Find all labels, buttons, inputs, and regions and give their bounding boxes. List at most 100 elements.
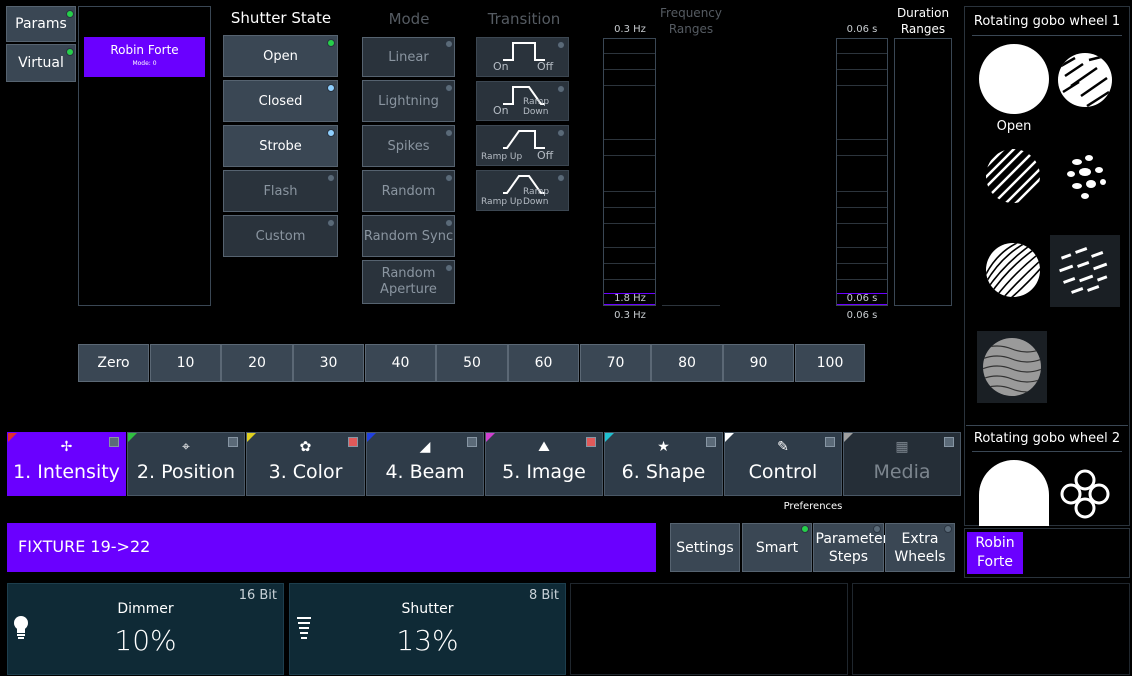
fixture-item-robin-forte[interactable]: Robin Forte Mode: 0 <box>84 37 205 77</box>
shape-indicator-icon <box>706 437 716 447</box>
mode-random-aperture-button[interactable]: Random Aperture <box>362 260 455 304</box>
transition-on-off-right: Off <box>537 60 554 73</box>
settings-button[interactable]: Settings <box>670 523 740 572</box>
parameter-steps-indicator-icon <box>873 525 881 533</box>
gobo-1-3[interactable] <box>985 148 1041 204</box>
beam-indicator-icon <box>467 437 477 447</box>
transition-on-rampdown-button[interactable]: On Ramp Down <box>476 81 569 121</box>
gobo-1-2[interactable] <box>1057 52 1113 108</box>
image-icon: ⛰ <box>538 439 550 455</box>
transition-on-off-button[interactable]: On Off <box>476 37 569 77</box>
shutter-name: Shutter <box>401 601 454 617</box>
shutter-closed-button[interactable]: Closed <box>223 80 338 122</box>
gobo-1-5[interactable] <box>985 242 1041 298</box>
tab-beam[interactable]: ◢ 4. Beam <box>366 432 484 496</box>
value-50-label: 50 <box>463 355 481 371</box>
color-icon: ✿ <box>299 439 312 455</box>
shutter-flash-indicator-icon <box>327 174 335 182</box>
value-70-label: 70 <box>606 355 625 371</box>
gobo-1-7[interactable] <box>982 337 1042 397</box>
dimmer-value: 10% <box>114 624 177 657</box>
virtual-tab-label: Virtual <box>18 55 64 71</box>
fixture-badge-area <box>964 528 1130 578</box>
duration-current-value: 0.06 s <box>846 293 878 304</box>
shutter-closed-indicator-icon <box>327 84 335 92</box>
transition-rampup-rampdown-button[interactable]: Ramp Up Ramp Down <box>476 170 569 211</box>
tab-control[interactable]: ✎ Control <box>724 432 842 496</box>
gobo-1-6[interactable] <box>1055 241 1115 301</box>
value-70-button[interactable]: 70 <box>580 344 651 382</box>
gobo-2-2[interactable] <box>1057 466 1113 526</box>
gobo-open-label: Open <box>996 119 1032 134</box>
tab-intensity[interactable]: ✢ 1. Intensity <box>7 432 126 496</box>
mode-random-indicator-icon <box>445 174 453 182</box>
value-40-button[interactable]: 40 <box>365 344 436 382</box>
tab-color[interactable]: ✿ 3. Color <box>246 432 365 496</box>
parameter-steps-label: Parameter Steps <box>815 530 889 565</box>
shutter-open-button[interactable]: Open <box>223 35 338 77</box>
mode-linear-button[interactable]: Linear <box>362 37 455 77</box>
transition-on-rampdown-indicator-icon <box>557 85 565 93</box>
transition-rampup-rampdown-right: Ramp Down <box>523 187 550 207</box>
dimmer-card[interactable]: 16 Bit Dimmer 10% <box>7 583 284 675</box>
value-10-button[interactable]: 10 <box>150 344 221 382</box>
gobo-divider-1 <box>972 35 1122 36</box>
shutter-custom-button[interactable]: Custom <box>223 215 338 257</box>
duration-top-value: 0.06 s <box>846 24 878 35</box>
shutter-open-label: Open <box>263 48 298 64</box>
tab-shape[interactable]: ★ 6. Shape <box>604 432 723 496</box>
media-indicator-icon <box>944 437 954 447</box>
shutter-custom-label: Custom <box>255 228 306 244</box>
gobo-2-open[interactable] <box>979 460 1049 526</box>
tab-media-label: Media <box>873 461 931 483</box>
tab-media[interactable]: ▦ Media <box>843 432 961 496</box>
command-line[interactable]: FIXTURE 19->22 <box>7 523 656 572</box>
value-60-button[interactable]: 60 <box>508 344 579 382</box>
mode-random-button[interactable]: Random <box>362 170 455 212</box>
settings-label: Settings <box>676 539 734 556</box>
shutter-strobe-button[interactable]: Strobe <box>223 125 338 167</box>
transition-on-off-icon <box>503 42 545 61</box>
gobo-1-4[interactable] <box>1057 148 1113 204</box>
shutter-value: 13% <box>396 624 459 657</box>
shutter-card[interactable]: 8 Bit Shutter 13% <box>289 583 566 675</box>
shutter-open-indicator-icon <box>327 39 335 47</box>
transition-title: Transition <box>487 10 561 28</box>
tab-image[interactable]: ⛰ 5. Image <box>485 432 603 496</box>
duration-preview-column <box>894 38 952 306</box>
mode-random-label: Random <box>381 183 436 199</box>
gobo-divider-3 <box>972 451 1122 452</box>
media-icon: ▦ <box>895 439 909 455</box>
frequency-range-column[interactable] <box>603 38 656 306</box>
value-90-button[interactable]: 90 <box>723 344 794 382</box>
command-line-text: FIXTURE 19->22 <box>18 537 151 556</box>
value-20-button[interactable]: 20 <box>221 344 293 382</box>
gobo-open[interactable] <box>979 44 1049 114</box>
value-80-label: 80 <box>678 355 696 371</box>
transition-rampup-rampdown-indicator-icon <box>557 174 565 182</box>
shape-icon: ★ <box>657 439 670 455</box>
value-60-label: 60 <box>534 355 553 371</box>
transition-on-off-left: On <box>493 60 509 73</box>
shutter-flash-button[interactable]: Flash <box>223 170 338 212</box>
zero-button[interactable]: Zero <box>78 344 149 382</box>
preferences-title: Preferences <box>783 501 843 512</box>
params-tab-label: Params <box>15 16 67 32</box>
duration-range-column[interactable] <box>836 38 888 306</box>
shutter-custom-indicator-icon <box>327 219 335 227</box>
value-30-button[interactable]: 30 <box>293 344 364 382</box>
frequency-ranges-title: Frequency Ranges <box>660 6 722 36</box>
mode-lightning-button[interactable]: Lightning <box>362 80 455 122</box>
transition-rampup-off-button[interactable]: Ramp Up Off <box>476 125 569 166</box>
tab-control-label: Control <box>748 461 818 483</box>
value-100-button[interactable]: 100 <box>795 344 865 382</box>
mode-spikes-button[interactable]: Spikes <box>362 125 455 167</box>
value-50-button[interactable]: 50 <box>436 344 508 382</box>
duration-ranges-title: Duration Ranges <box>896 6 950 36</box>
tab-position[interactable]: ⌖ 2. Position <box>127 432 245 496</box>
value-80-button[interactable]: 80 <box>651 344 723 382</box>
mode-spikes-label: Spikes <box>387 138 430 154</box>
mode-random-sync-button[interactable]: Random Sync <box>362 215 455 257</box>
zero-label: Zero <box>97 355 130 371</box>
transition-rampup-off-indicator-icon <box>557 129 565 137</box>
